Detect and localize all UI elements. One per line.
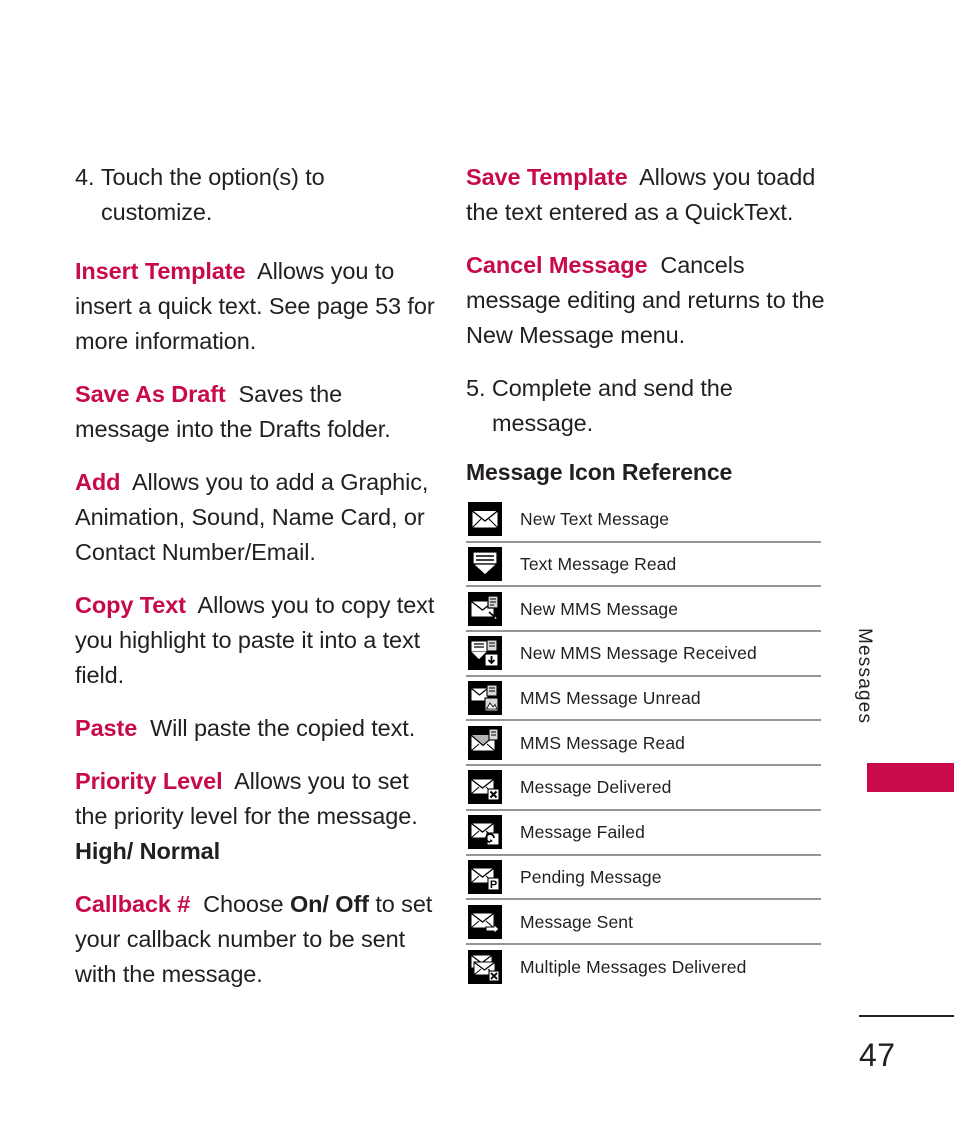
- entry-add: Add Allows you to add a Graphic, Animati…: [75, 465, 437, 570]
- step-4: 4. Touch the option(s) to customize.: [75, 160, 437, 230]
- svg-text:P: P: [490, 879, 497, 891]
- table-cell-label: New MMS Message Received: [520, 643, 757, 664]
- term-add: Add: [75, 469, 121, 495]
- table-cell-label: MMS Message Read: [520, 732, 685, 753]
- step-5-number: 5.: [466, 375, 486, 401]
- term-cancel-message: Cancel Message: [466, 252, 648, 278]
- term-copy-text: Copy Text: [75, 592, 186, 618]
- icon-cell: [466, 725, 520, 760]
- table-row: Message Delivered: [466, 766, 821, 811]
- table-row: Multiple Messages Delivered: [466, 945, 821, 990]
- step-5: 5. Complete and send the message.: [466, 371, 828, 441]
- message-icon-reference-table: New Text Message Text Message Read New M…: [466, 498, 821, 990]
- term-insert-template: Insert Template: [75, 258, 246, 284]
- table-cell-label: Multiple Messages Delivered: [520, 957, 747, 978]
- desc-save-template-sep: [628, 164, 640, 190]
- step-4-number: 4.: [75, 164, 95, 190]
- entry-insert-template: Insert Template Allows you to insert a q…: [75, 254, 437, 359]
- section-heading-message-icon-reference: Message Icon Reference: [466, 459, 733, 485]
- table-cell-label: New MMS Message: [520, 598, 679, 619]
- icon-cell: [466, 904, 520, 939]
- table-cell-label: Text Message Read: [520, 554, 677, 575]
- table-row: New MMS Message Received: [466, 632, 821, 677]
- table-row: Message Failed: [466, 811, 821, 856]
- icon-cell: [466, 636, 520, 671]
- desc-copy-text-sep: [186, 592, 198, 618]
- entry-copy-text: Copy Text Allows you to copy text you hi…: [75, 588, 437, 693]
- entry-paste: Paste Will paste the copied text.: [75, 711, 437, 746]
- icon-cell: [466, 950, 520, 985]
- desc-callback-a: Choose: [203, 891, 290, 917]
- table-row: Text Message Read: [466, 543, 821, 588]
- entry-priority-level: Priority Level Allows you to set the pri…: [75, 764, 437, 869]
- entry-cancel-message: Cancel Message Cancels message editing a…: [466, 248, 828, 353]
- folio-rule: [859, 1015, 954, 1017]
- table-row: New Text Message: [466, 498, 821, 543]
- table-cell-label: Pending Message: [520, 866, 662, 887]
- desc-paste-sep: [137, 715, 150, 741]
- icon-cell: [466, 681, 520, 716]
- priority-level-values: High/ Normal: [75, 838, 221, 864]
- left-column: 4. Touch the option(s) to customize. Ins…: [75, 160, 437, 1010]
- mms-message-unread-icon: [468, 681, 502, 716]
- table-cell-label: New Text Message: [520, 509, 670, 530]
- right-column: Save Template Allows you toadd the text …: [466, 160, 828, 990]
- desc-insert-template-sep: [245, 258, 257, 284]
- text-message-read-icon: [468, 547, 502, 582]
- icon-cell: [466, 502, 520, 537]
- desc-cancel-message-sep: [647, 252, 660, 278]
- step-5-text: Complete and send the message.: [491, 375, 733, 436]
- table-row: MMS Message Unread: [466, 677, 821, 722]
- section-thumb-tab: [867, 763, 954, 792]
- table-row: MMS Message Read: [466, 721, 821, 767]
- page-number: 47: [859, 1037, 896, 1073]
- term-callback-number: Callback #: [75, 891, 191, 917]
- desc-add-sep: [120, 469, 132, 495]
- desc-save-as-draft-sep: [226, 381, 239, 407]
- icon-cell: [466, 547, 520, 582]
- multiple-messages-delivered-icon: [468, 950, 502, 985]
- term-save-template: Save Template: [466, 164, 628, 190]
- table-row: Message Sent: [466, 900, 821, 945]
- table-row: P Pending Message: [466, 856, 821, 901]
- callback-values: On/ Off: [289, 891, 369, 917]
- term-priority-level: Priority Level: [75, 768, 223, 794]
- desc-callback-sep: [190, 891, 203, 917]
- desc-paste: Will paste the copied text.: [150, 715, 416, 741]
- term-paste: Paste: [75, 715, 138, 741]
- message-sent-icon: [468, 904, 502, 939]
- table-cell-label: MMS Message Unread: [520, 688, 701, 709]
- message-delivered-icon: [468, 770, 502, 805]
- table-row: New MMS Message: [466, 587, 821, 633]
- icon-cell: P: [466, 859, 520, 894]
- mms-message-read-icon: [468, 725, 502, 760]
- pending-message-icon: P: [468, 859, 502, 894]
- entry-save-as-draft: Save As Draft Saves the message into the…: [75, 377, 437, 447]
- step-4-text: Touch the option(s) to customize.: [100, 164, 325, 225]
- new-text-message-icon: [468, 502, 502, 537]
- desc-priority-level-sep: [223, 768, 235, 794]
- term-save-as-draft: Save As Draft: [75, 381, 226, 407]
- icon-cell: [466, 770, 520, 805]
- table-cell-label: Message Delivered: [520, 777, 672, 798]
- icon-cell: [466, 591, 520, 626]
- running-head-messages: Messages: [854, 628, 875, 725]
- new-mms-message-icon: [468, 591, 502, 626]
- message-failed-icon: [468, 815, 502, 850]
- entry-callback-number: Callback # Choose On/ Off to set your ca…: [75, 887, 437, 992]
- icon-cell: [466, 815, 520, 850]
- new-mms-message-received-icon: [468, 636, 502, 671]
- entry-save-template: Save Template Allows you toadd the text …: [466, 160, 828, 230]
- manual-page: 4. Touch the option(s) to customize. Ins…: [0, 0, 954, 1145]
- table-cell-label: Message Failed: [520, 822, 645, 843]
- table-cell-label: Message Sent: [520, 911, 634, 932]
